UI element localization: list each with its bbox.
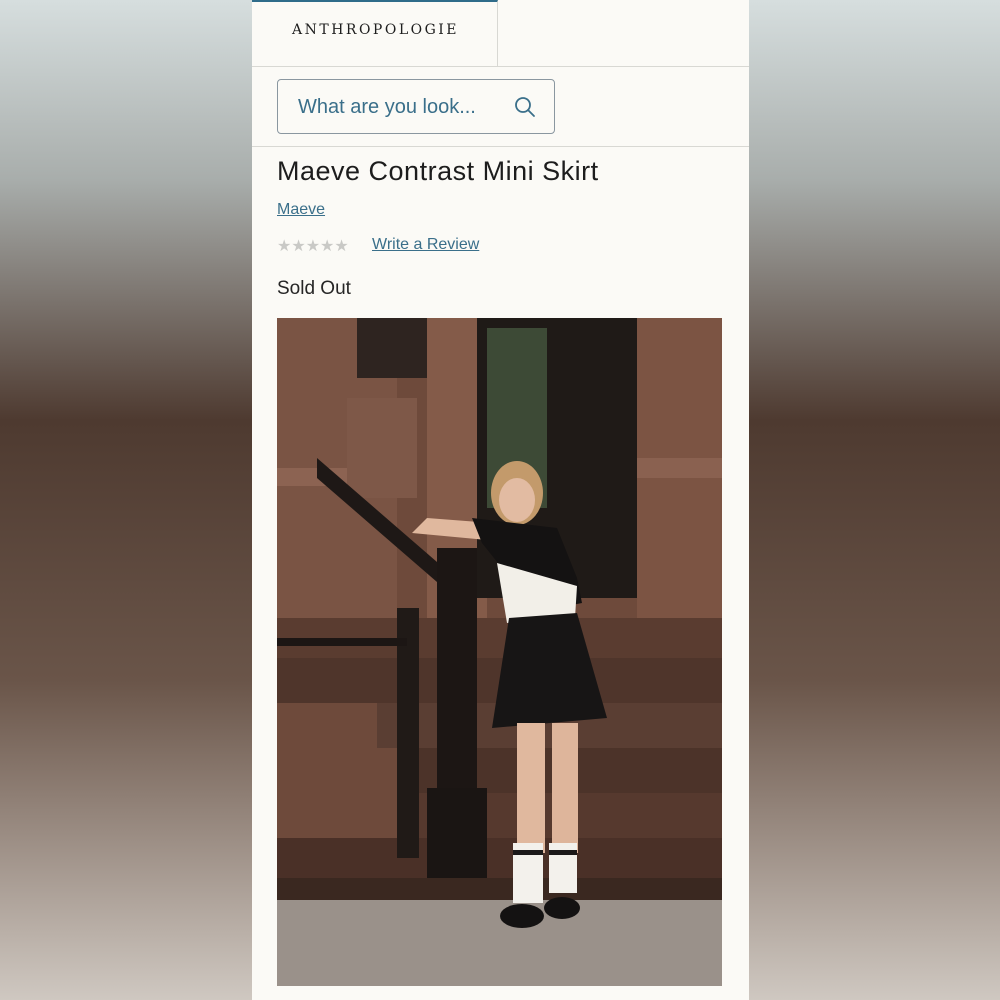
star-icon: ★ [305, 236, 321, 255]
product-page: ANTHROPOLOGIE What are you look... Maeve… [252, 0, 749, 1000]
header: ANTHROPOLOGIE [252, 0, 749, 67]
star-icon: ★ [334, 236, 349, 255]
search-bar-area: What are you look... [252, 66, 749, 147]
rating-stars[interactable]: ★ ★ ★ ★ ★ [277, 237, 349, 255]
availability-status: Sold Out [277, 278, 351, 299]
star-icon: ★ [291, 236, 306, 255]
product-title: Maeve Contrast Mini Skirt [277, 156, 599, 186]
product-image[interactable] [277, 318, 722, 986]
star-icon: ★ [277, 236, 292, 255]
star-icon: ★ [320, 236, 335, 255]
blurred-background-left [0, 0, 252, 1000]
logo-tab[interactable]: ANTHROPOLOGIE [252, 0, 498, 66]
search-icon[interactable] [514, 96, 536, 118]
brand-logo[interactable]: ANTHROPOLOGIE [292, 22, 459, 38]
search-placeholder: What are you look... [298, 96, 476, 118]
brand-link[interactable]: Maeve [277, 201, 325, 219]
write-review-link[interactable]: Write a Review [372, 236, 479, 254]
search-input[interactable]: What are you look... [277, 79, 555, 134]
blurred-background-right [748, 0, 1000, 1000]
